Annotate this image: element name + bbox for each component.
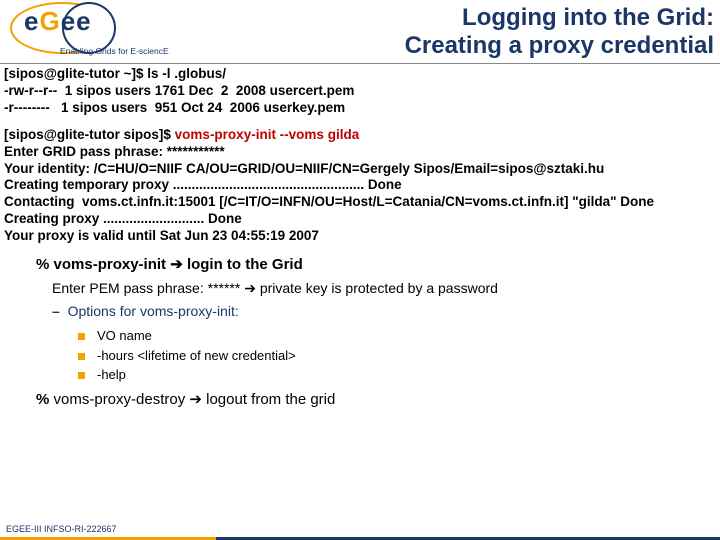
- cmd-voms-proxy-init: voms-proxy-init: [54, 256, 167, 273]
- slide-notes: % voms-proxy-init ➔ login to the Grid En…: [0, 253, 720, 410]
- cmd-login-line: % voms-proxy-init ➔ login to the Grid: [36, 255, 720, 275]
- slide-footer: EGEE-III INFSO-RI-222667: [6, 524, 117, 534]
- terminal-output-ls: [sipos@glite-tutor ~]$ ls -l .globus/ -r…: [0, 64, 720, 125]
- voms-command: voms-proxy-init --voms gilda: [175, 127, 360, 142]
- bullet-icon: [78, 372, 85, 379]
- cmd-logout-line: % voms-proxy-destroy ➔ logout from the g…: [36, 390, 720, 410]
- egee-logo: eGee Enabling Grids for E-sciencE: [0, 0, 165, 58]
- pem-passphrase-note: Enter PEM pass phrase: ****** ➔ private …: [36, 279, 720, 298]
- prompt: [sipos@glite-tutor sipos]$: [4, 127, 175, 142]
- percent-sign: %: [36, 256, 54, 273]
- terminal-output-voms: [sipos@glite-tutor sipos]$ voms-proxy-in…: [0, 125, 720, 253]
- login-text: login to the Grid: [187, 256, 303, 273]
- title-line-1: Logging into the Grid:: [165, 4, 714, 32]
- title-line-2: Creating a proxy credential: [165, 32, 714, 60]
- option-help: -help: [78, 366, 720, 384]
- voms-output-body: Enter GRID pass phrase: *********** Your…: [4, 144, 654, 243]
- options-heading: – Options for voms-proxy-init:: [36, 302, 720, 321]
- options-label: Options for voms-proxy-init:: [68, 303, 239, 319]
- cmd-voms-proxy-destroy: voms-proxy-destroy ➔ logout from the gri…: [54, 391, 336, 408]
- title-block: Logging into the Grid: Creating a proxy …: [165, 0, 720, 63]
- slide-header: eGee Enabling Grids for E-sciencE Loggin…: [0, 0, 720, 64]
- logo-text: eGee: [24, 6, 92, 37]
- option-hours: -hours <lifetime of new credential>: [78, 347, 720, 365]
- logo-tagline: Enabling Grids for E-sciencE: [60, 46, 169, 56]
- option-vo-name: VO name: [78, 327, 720, 345]
- bullet-icon: [78, 353, 85, 360]
- bullet-icon: [78, 333, 85, 340]
- options-list: VO name -hours <lifetime of new credenti…: [36, 321, 720, 384]
- percent-sign-2: %: [36, 391, 54, 408]
- arrow-icon: ➔: [166, 256, 187, 273]
